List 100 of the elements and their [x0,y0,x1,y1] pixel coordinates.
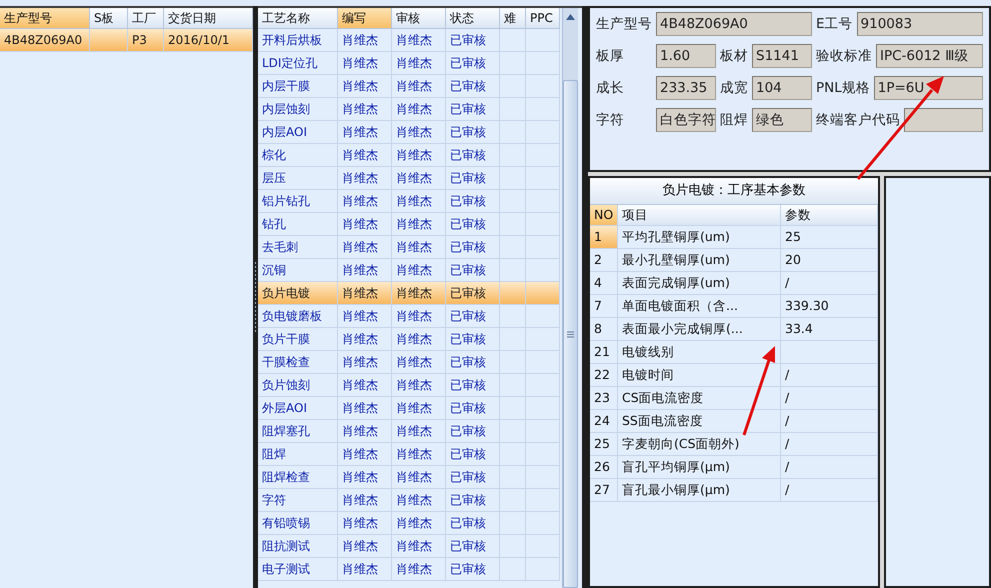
input-field[interactable]: 绿色 [752,108,812,132]
reviewer-cell: 肖维杰 [392,98,446,121]
parameter-row[interactable]: 2 最小孔壁铜厚(um) 20 [590,249,878,272]
field-label: 板材 [720,47,748,65]
field-label: 成长 [596,79,625,97]
column-header[interactable]: PPC [526,8,560,29]
splitter-grip-icon[interactable] [254,262,257,332]
process-row[interactable]: 阻焊 肖维杰 肖维杰 已审核 [258,443,582,466]
parameter-row[interactable]: 24 SS面电流密度 / [590,410,878,433]
process-row[interactable]: 负片电镀 肖维杰 肖维杰 已审核 [258,282,582,305]
column-header[interactable]: 项目 [618,205,781,226]
process-row[interactable]: 字符 肖维杰 肖维杰 已审核 [258,489,582,512]
process-row[interactable]: 阻抗测试 肖维杰 肖维杰 已审核 [258,535,582,558]
order-row[interactable]: 4B48Z069A0 P3 2016/10/1 [0,29,253,52]
parameter-row[interactable]: 4 表面完成铜厚(um) / [590,272,878,295]
reviewer-cell: 肖维杰 [392,236,446,259]
process-name-cell: 阻焊塞孔 [258,420,338,443]
input-field[interactable]: 910083 [856,12,983,36]
column-header[interactable]: NO [590,205,618,226]
delivery-date-cell: 2016/10/1 [164,29,253,52]
column-header[interactable]: 参数 [781,205,878,226]
parameter-row[interactable]: 8 表面最小完成铜厚(... 33.4 [590,318,878,341]
value-cell: 25 [781,226,878,249]
process-row[interactable]: 内层干膜 肖维杰 肖维杰 已审核 [258,75,582,98]
status-cell: 已审核 [446,397,500,420]
process-row[interactable]: 去毛刺 肖维杰 肖维杰 已审核 [258,236,582,259]
item-cell: 表面最小完成铜厚(... [618,318,781,341]
column-header[interactable]: S板 [90,8,128,29]
reviewer-cell: 肖维杰 [392,374,446,397]
input-field[interactable]: 1P=6U [874,76,983,100]
number-cell: 4 [590,272,618,295]
input-field[interactable]: IPC-6012 Ⅲ级 [876,44,983,68]
input-field[interactable]: 4B48Z069A0 [656,12,812,36]
process-row[interactable]: 有铅喷锡 肖维杰 肖维杰 已审核 [258,512,582,535]
scroll-up-icon[interactable] [566,14,575,20]
input-field[interactable]: 233.35 [656,76,716,100]
column-header[interactable]: 状态 [446,8,500,29]
item-cell: 平均孔壁铜厚(um) [618,226,781,249]
parameter-row[interactable]: 26 盲孔平均铜厚(μm) / [590,456,878,479]
reviewer-cell: 肖维杰 [392,167,446,190]
model-cell: 4B48Z069A0 [0,29,90,52]
status-cell: 已审核 [446,236,500,259]
process-name-cell: 内层AOI [258,121,338,144]
process-name-cell: 阻焊 [258,443,338,466]
column-header[interactable]: 生产型号 [0,8,90,29]
writer-cell: 肖维杰 [338,420,392,443]
process-row[interactable]: 阻焊检查 肖维杰 肖维杰 已审核 [258,466,582,489]
input-field[interactable]: S1141 [752,44,812,68]
column-header[interactable]: 编写 [338,8,392,29]
column-header[interactable]: 难 [500,8,526,29]
process-row[interactable]: 内层AOI 肖维杰 肖维杰 已审核 [258,121,582,144]
input-field[interactable]: 1.60 [656,44,716,68]
process-row[interactable]: 内层蚀刻 肖维杰 肖维杰 已审核 [258,98,582,121]
number-cell: 21 [590,341,618,364]
reviewer-cell: 肖维杰 [392,75,446,98]
status-cell: 已审核 [446,558,500,581]
status-cell: 已审核 [446,213,500,236]
value-cell: / [781,410,878,433]
parameter-row[interactable]: 1 平均孔壁铜厚(um) 25 [590,226,878,249]
process-row[interactable]: 外层AOI 肖维杰 肖维杰 已审核 [258,397,582,420]
parameter-row[interactable]: 7 单面电镀面积（含... 339.30 [590,295,878,318]
writer-cell: 肖维杰 [338,512,392,535]
process-row[interactable]: 负片干膜 肖维杰 肖维杰 已审核 [258,328,582,351]
field-label: 板厚 [596,47,625,65]
parameter-row[interactable]: 27 盲孔最小铜厚(μm) / [590,479,878,502]
column-header[interactable]: 工艺名称 [258,8,338,29]
column-header[interactable]: 工厂 [128,8,164,29]
process-name-cell: 电子测试 [258,558,338,581]
input-field[interactable] [904,108,983,132]
process-row[interactable]: 负电镀磨板 肖维杰 肖维杰 已审核 [258,305,582,328]
process-row[interactable]: 负片蚀刻 肖维杰 肖维杰 已审核 [258,374,582,397]
status-cell: 已审核 [446,466,500,489]
parameter-row[interactable]: 23 CS面电流密度 / [590,387,878,410]
item-cell: 盲孔平均铜厚(μm) [618,456,781,479]
process-name-cell: 负片电镀 [258,282,338,305]
process-row[interactable]: 钻孔 肖维杰 肖维杰 已审核 [258,213,582,236]
value-cell: / [781,272,878,295]
parameter-row[interactable]: 25 字麦朝向(CS面朝外) / [590,433,878,456]
process-row[interactable]: 干膜检查 肖维杰 肖维杰 已审核 [258,351,582,374]
process-row[interactable]: 铝片钻孔 肖维杰 肖维杰 已审核 [258,190,582,213]
process-row[interactable]: 棕化 肖维杰 肖维杰 已审核 [258,144,582,167]
reviewer-cell: 肖维杰 [392,305,446,328]
number-cell: 27 [590,479,618,502]
input-field[interactable]: 104 [752,76,812,100]
process-row[interactable]: 电子测试 肖维杰 肖维杰 已审核 [258,558,582,581]
process-row[interactable]: 开料后烘板 肖维杰 肖维杰 已审核 [258,29,582,52]
scrollbar[interactable] [562,8,578,588]
item-cell: 电镀时间 [618,364,781,387]
value-cell: 20 [781,249,878,272]
process-row[interactable]: LDI定位孔 肖维杰 肖维杰 已审核 [258,52,582,75]
parameter-row[interactable]: 22 电镀时间 / [590,364,878,387]
writer-cell: 肖维杰 [338,29,392,52]
process-name-cell: 外层AOI [258,397,338,420]
status-cell: 已审核 [446,328,500,351]
column-header[interactable]: 交货日期 [164,8,253,29]
column-header[interactable]: 审核 [392,8,446,29]
process-row[interactable]: 层压 肖维杰 肖维杰 已审核 [258,167,582,190]
number-cell: 2 [590,249,618,272]
process-row[interactable]: 阻焊塞孔 肖维杰 肖维杰 已审核 [258,420,582,443]
input-field[interactable]: 白色字符 [656,108,716,132]
